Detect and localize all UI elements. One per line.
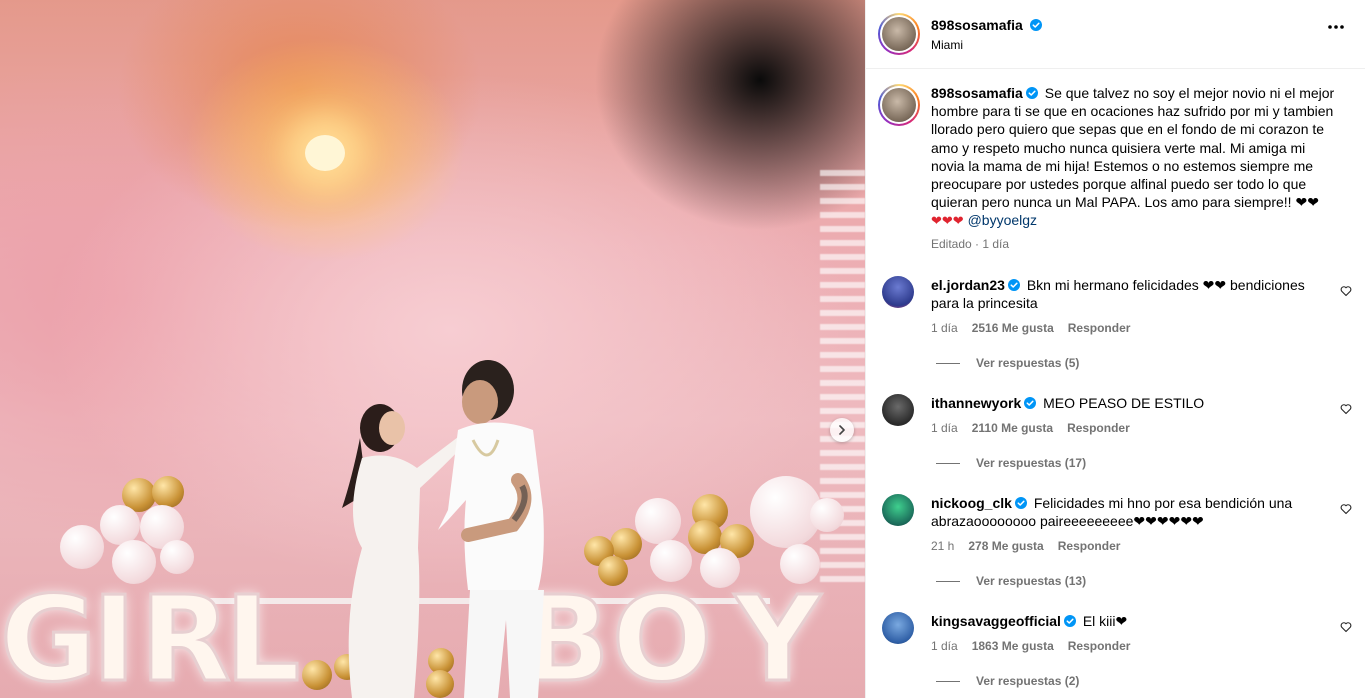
view-replies-label: Ver respuestas (5) xyxy=(976,356,1080,370)
heart-outline-icon[interactable] xyxy=(1340,285,1352,297)
comment-likes[interactable]: 278 Me gusta xyxy=(968,539,1043,553)
verified-badge-icon xyxy=(1007,279,1020,291)
comment-avatar[interactable] xyxy=(882,612,914,644)
post-sidebar: 898sosamafia Miami 898sosamafia Se que t… xyxy=(865,0,1365,698)
more-options-icon[interactable] xyxy=(1327,24,1345,30)
reply-button[interactable]: Responder xyxy=(1058,539,1121,553)
balloon xyxy=(100,505,140,545)
verified-badge-icon xyxy=(1030,19,1043,31)
caption-author-avatar[interactable] xyxy=(878,84,920,126)
comment-meta: 21 h 278 Me gusta Responder xyxy=(931,539,1120,553)
balloon xyxy=(60,525,104,569)
view-replies-button[interactable]: Ver respuestas (17) xyxy=(936,456,1086,470)
comment-time[interactable]: 1 día xyxy=(931,421,958,435)
photo-light-glow xyxy=(305,135,345,171)
marquee-letter: R xyxy=(139,569,233,698)
next-photo-button[interactable] xyxy=(830,418,854,442)
view-replies-button[interactable]: Ver respuestas (13) xyxy=(936,574,1086,588)
photo-man xyxy=(438,360,544,698)
view-replies-button[interactable]: Ver respuestas (2) xyxy=(936,674,1079,688)
comment-username[interactable]: kingsavaggeofficial xyxy=(931,613,1061,629)
balloon xyxy=(160,540,194,574)
comment-username[interactable]: el.jordan23 xyxy=(931,277,1005,293)
comment-likes[interactable]: 2516 Me gusta xyxy=(972,321,1054,335)
verified-badge-icon xyxy=(1014,497,1027,509)
comment-meta: 1 día 2516 Me gusta Responder xyxy=(931,321,1130,335)
comment-body: ithannewyork MEO PEASO DE ESTILO xyxy=(931,394,1331,412)
comment-likes[interactable]: 1863 Me gusta xyxy=(972,639,1054,653)
view-replies-label: Ver respuestas (13) xyxy=(976,574,1087,588)
post-photo[interactable]: G I R L B O Y xyxy=(0,0,865,698)
reply-button[interactable]: Responder xyxy=(1067,421,1130,435)
edited-label: Editado xyxy=(931,237,972,251)
marquee-letter: Y xyxy=(733,569,821,698)
verified-badge-icon xyxy=(1063,615,1076,627)
caption-text-block: 898sosamafia Se que talvez no soy el mej… xyxy=(931,84,1341,231)
reply-button[interactable]: Responder xyxy=(1068,321,1131,335)
comment-avatar[interactable] xyxy=(882,276,914,308)
heart-outline-icon[interactable] xyxy=(1340,403,1352,415)
comment-body: nickoog_clk Felicidades mi hno por esa b… xyxy=(931,494,1331,530)
marquee-letter: O xyxy=(610,569,713,698)
verified-badge-icon xyxy=(1025,87,1038,99)
comment-likes[interactable]: 2110 Me gusta xyxy=(972,421,1053,435)
comment-time[interactable]: 21 h xyxy=(931,539,954,553)
comment-avatar[interactable] xyxy=(882,394,914,426)
reply-button[interactable]: Responder xyxy=(1068,639,1131,653)
marquee-letter: L xyxy=(223,569,301,698)
comment-meta: 1 día 2110 Me gusta Responder xyxy=(931,421,1130,435)
balloon xyxy=(810,498,844,532)
caption-hearts: ❤❤❤ xyxy=(931,213,964,229)
balloon xyxy=(152,476,184,508)
author-avatar[interactable] xyxy=(878,13,920,55)
view-replies-label: Ver respuestas (2) xyxy=(976,674,1080,688)
balloon xyxy=(635,498,681,544)
view-replies-label: Ver respuestas (17) xyxy=(976,456,1087,470)
heart-outline-icon[interactable] xyxy=(1340,503,1352,515)
post-header: 898sosamafia Miami xyxy=(866,0,1365,69)
comment-text: MEO PEASO DE ESTILO xyxy=(1043,395,1205,411)
view-replies-button[interactable]: Ver respuestas (5) xyxy=(936,356,1079,370)
comment-username[interactable]: ithannewyork xyxy=(931,395,1021,411)
comment-username[interactable]: nickoog_clk xyxy=(931,495,1012,511)
caption-username[interactable]: 898sosamafia xyxy=(931,85,1023,101)
comment-text: El kiii❤ xyxy=(1082,613,1128,629)
comment-body: kingsavaggeofficial El kiii❤ xyxy=(931,612,1331,630)
caption-meta: Editado · 1 día xyxy=(931,237,1010,251)
comment-body: el.jordan23 Bkn mi hermano felicidades ❤… xyxy=(931,276,1331,312)
chevron-right-icon xyxy=(839,425,845,435)
caption-mention[interactable]: @byyoelgz xyxy=(968,212,1037,228)
comment-time[interactable]: 1 día xyxy=(931,639,958,653)
comment-avatar[interactable] xyxy=(882,494,914,526)
verified-badge-icon xyxy=(1024,397,1037,409)
marquee-letter: I xyxy=(91,569,138,698)
post-location[interactable]: Miami xyxy=(931,38,963,52)
heart-outline-icon[interactable] xyxy=(1340,621,1352,633)
author-username[interactable]: 898sosamafia xyxy=(931,17,1023,33)
comment-meta: 1 día 1863 Me gusta Responder xyxy=(931,639,1130,653)
caption-text: Se que talvez no soy el mejor novio ni e… xyxy=(931,85,1335,211)
marquee-letter: G xyxy=(0,569,98,698)
caption-time[interactable]: 1 día xyxy=(982,237,1009,251)
comment-time[interactable]: 1 día xyxy=(931,321,958,335)
